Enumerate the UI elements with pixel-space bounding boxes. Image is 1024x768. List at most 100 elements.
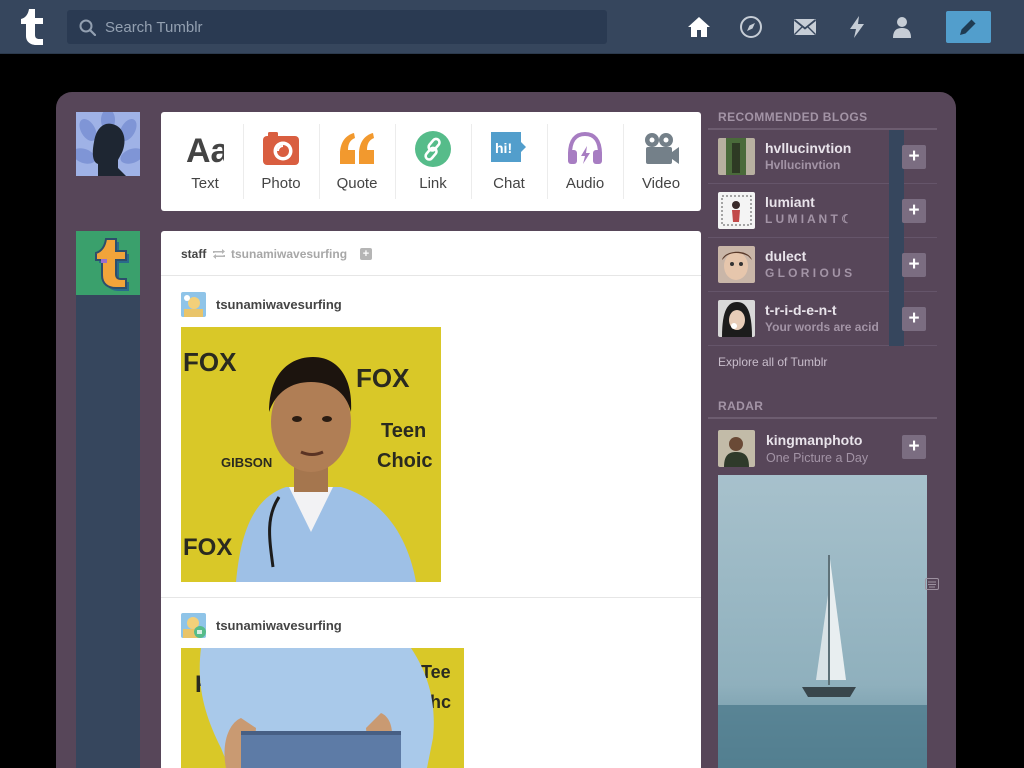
radar-avatar[interactable]	[718, 430, 755, 467]
explore-icon[interactable]	[739, 15, 763, 39]
svg-text:FOX: FOX	[356, 363, 410, 393]
photo-image: FOX FOX FOX Teen Choic GIBSON	[181, 327, 441, 582]
svg-text:Choic: Choic	[377, 450, 433, 472]
post-type-photo[interactable]: Photo	[243, 112, 319, 211]
svg-text:FOX: FOX	[183, 534, 232, 561]
poster-username[interactable]: staff	[181, 247, 206, 261]
blog-title: G L O R I O U S	[765, 266, 853, 280]
blog-title: Your words are acid	[765, 320, 879, 334]
svg-text:Aa: Aa	[186, 132, 224, 168]
avatar-image	[718, 430, 755, 467]
svg-text:FOX: FOX	[183, 347, 237, 377]
avatar-image	[718, 246, 755, 283]
tumblr-logo-icon[interactable]	[17, 7, 49, 47]
recommended-blogs-heading: RECOMMENDED BLOGS	[718, 110, 868, 124]
post-card: staff tsunamiwavesurfing + tsunamiwavesu…	[161, 231, 701, 768]
radar-blog-name[interactable]: kingmanphoto	[766, 432, 862, 448]
user-silhouette-icon	[76, 112, 140, 176]
compose-icon	[960, 18, 977, 35]
radar-photo[interactable]	[718, 475, 927, 768]
blog-name[interactable]: lumiant	[765, 194, 815, 210]
follow-button[interactable]: +	[902, 199, 926, 223]
post-type-audio[interactable]: Audio	[547, 112, 623, 211]
post-type-label: Audio	[565, 175, 605, 192]
entry-avatar[interactable]	[181, 292, 206, 317]
post-photo[interactable]: FOX FOX FOX Teen Choic GIBSON	[181, 327, 441, 582]
entry-username[interactable]: tsunamiwavesurfing	[216, 297, 342, 312]
recommended-blog[interactable]: lumiant L U M I A N T ☾ +	[708, 184, 937, 238]
post-type-text[interactable]: Aa Text	[167, 112, 243, 211]
search-icon	[79, 19, 96, 36]
staff-avatar[interactable]	[76, 231, 140, 295]
reblog-icon	[213, 249, 225, 259]
home-icon[interactable]	[687, 15, 711, 39]
blog-avatar[interactable]	[718, 138, 755, 175]
radar-heading: RADAR	[718, 399, 764, 413]
radar-follow-button[interactable]: +	[902, 435, 926, 459]
inbox-icon[interactable]	[793, 15, 817, 39]
svg-text:Teen: Teen	[381, 420, 426, 442]
post-type-label: Link	[419, 175, 447, 192]
avatar-image	[181, 292, 206, 317]
post-type-bar: Aa Text Photo Quote Link hi! Chat Audio …	[161, 112, 701, 211]
post-type-quote[interactable]: Quote	[319, 112, 395, 211]
account-icon[interactable]	[890, 15, 914, 39]
follow-source-button[interactable]: +	[360, 248, 372, 260]
tumblr-staff-icon	[95, 238, 129, 291]
post-type-label: Text	[191, 175, 219, 192]
audio-icon	[568, 131, 602, 164]
avatar-image	[718, 300, 755, 337]
blog-avatar[interactable]	[718, 300, 755, 337]
blog-name[interactable]: dulect	[765, 248, 806, 264]
chat-icon: hi!	[491, 132, 526, 162]
my-avatar[interactable]	[76, 112, 140, 176]
entry-divider	[161, 597, 701, 598]
blog-title: L U M I A N T ☾	[765, 212, 852, 226]
link-icon	[415, 131, 451, 167]
post-type-label: Quote	[336, 175, 378, 192]
explore-link[interactable]: Explore all of Tumblr	[718, 355, 827, 369]
radar-blog-title: One Picture a Day	[766, 451, 869, 465]
quote-icon	[340, 133, 374, 164]
photo-icon	[263, 132, 299, 165]
keyboard-icon[interactable]	[925, 578, 939, 590]
photo-image	[718, 475, 927, 768]
post-type-link[interactable]: Link	[395, 112, 471, 211]
entry-username[interactable]: tsunamiwavesurfing	[216, 618, 342, 633]
post-type-video[interactable]: Video	[623, 112, 699, 211]
blog-name[interactable]: hvllucinvtion	[765, 140, 851, 156]
blog-avatar[interactable]	[718, 192, 755, 229]
blog-title: Hvllucinvtion	[765, 158, 841, 172]
compose-button[interactable]	[946, 11, 991, 43]
blog-avatar[interactable]	[718, 246, 755, 283]
follow-button[interactable]: +	[902, 307, 926, 331]
avatar-image	[181, 613, 206, 638]
avatar-image	[718, 138, 755, 175]
post-type-label: Photo	[261, 175, 301, 192]
recommended-blog[interactable]: dulect G L O R I O U S +	[708, 238, 937, 292]
post-header: staff tsunamiwavesurfing +	[161, 231, 701, 276]
follow-button[interactable]: +	[902, 253, 926, 277]
blog-name[interactable]: t-r-i-d-e-n-t	[765, 302, 837, 318]
left-column-strip	[76, 295, 140, 768]
activity-icon[interactable]	[845, 15, 869, 39]
photo-image: FOX Tee Chc	[181, 648, 464, 768]
post-type-chat[interactable]: hi! Chat	[471, 112, 547, 211]
recommended-blog[interactable]: t-r-i-d-e-n-t Your words are acid +	[708, 292, 937, 346]
svg-text:GIBSON: GIBSON	[221, 455, 272, 470]
follow-button[interactable]: +	[902, 145, 926, 169]
text-icon: Aa	[186, 132, 224, 168]
post-photo[interactable]: FOX Tee Chc	[181, 648, 464, 768]
search-box[interactable]	[67, 10, 607, 44]
video-icon	[645, 133, 679, 164]
source-username[interactable]: tsunamiwavesurfing	[231, 247, 347, 261]
svg-text:hi!: hi!	[495, 140, 512, 156]
recommended-blog[interactable]: hvllucinvtion Hvllucinvtion +	[708, 130, 937, 184]
post-type-label: Video	[641, 175, 681, 192]
top-navigation-bar	[0, 0, 1024, 54]
entry-avatar[interactable]	[181, 613, 206, 638]
avatar-image	[718, 192, 755, 229]
post-type-label: Chat	[493, 175, 525, 192]
search-input[interactable]	[105, 10, 595, 44]
heading-rule	[708, 417, 937, 419]
